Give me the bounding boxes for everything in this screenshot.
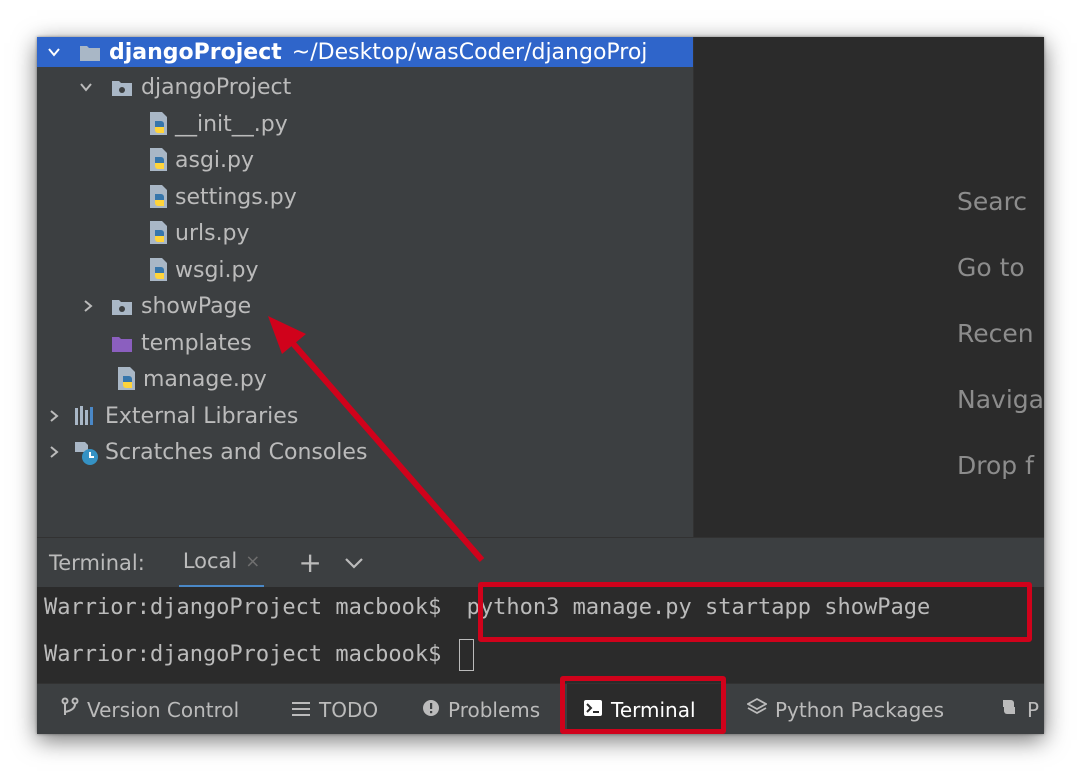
python-file-icon [147, 184, 171, 210]
tree-item-label: templates [141, 330, 252, 356]
version-control-tab[interactable]: Version Control [61, 684, 239, 734]
layers-icon [746, 697, 768, 722]
tree-item-urls-py[interactable]: urls.py [37, 215, 693, 251]
python-file-icon [147, 111, 171, 137]
tree-root-path: ~/Desktop/wasCoder/djangoProj [291, 39, 648, 65]
project-tree-panel: djangoProject ~/Desktop/wasCoder/djangoP… [37, 37, 693, 537]
chevron-right-icon[interactable] [47, 409, 61, 423]
python-file-icon [147, 147, 171, 173]
folder-icon [79, 43, 101, 61]
templates-folder-icon [111, 334, 133, 352]
terminal-line: Warrior:djangoProject macbook$ [44, 639, 474, 671]
terminal-prompt: Warrior:djangoProject macbook$ [44, 642, 442, 667]
tree-item-init-py[interactable]: __init__.py [37, 106, 693, 142]
todo-tab[interactable]: TODO [291, 684, 378, 734]
tree-item-djangoproject[interactable]: djangoProject [37, 69, 693, 105]
tab-local[interactable]: Local × [178, 538, 265, 588]
tree-item-label: Scratches and Consoles [105, 439, 368, 465]
tree-item-label: wsgi.py [175, 257, 259, 283]
editor-hint-drop: Drop f [957, 451, 1034, 480]
editor-hint-navigate: Naviga [957, 385, 1044, 414]
python-file-icon [115, 366, 139, 392]
python-file-icon [147, 257, 171, 283]
chevron-down-icon[interactable] [79, 80, 93, 94]
tool-label: Version Control [87, 697, 240, 722]
tool-window-bar: Version Control TODO Problems Terminal P… [37, 683, 1044, 734]
python-icon [999, 697, 1019, 722]
tree-item-label: asgi.py [175, 147, 254, 173]
tree-root-label: djangoProject [109, 39, 282, 65]
tab-local-label: Local [182, 549, 238, 573]
tree-item-label: __init__.py [175, 111, 288, 137]
tree-item-label: djangoProject [141, 74, 292, 100]
chevron-right-icon[interactable] [47, 445, 61, 459]
editor-hint-goto: Go to [957, 253, 1025, 282]
package-folder-icon [111, 78, 133, 96]
warning-icon [422, 698, 440, 722]
tree-item-showpage[interactable]: showPage [37, 288, 693, 324]
python-packages-tab[interactable]: Python Packages [746, 684, 945, 734]
chevron-down-icon[interactable] [47, 45, 61, 59]
tree-item-asgi-py[interactable]: asgi.py [37, 142, 693, 178]
tree-item-manage-py[interactable]: manage.py [37, 361, 693, 397]
python-file-icon [147, 220, 171, 246]
add-terminal-button[interactable]: + [298, 546, 321, 579]
editor-empty-panel: Searc Go to Recen Naviga Drop f [693, 37, 1044, 537]
tool-label: Problems [448, 697, 541, 722]
tree-item-label: manage.py [143, 366, 267, 392]
python-console-tab[interactable]: P [999, 684, 1039, 734]
tool-label: P [1027, 697, 1040, 722]
tree-item-settings-py[interactable]: settings.py [37, 179, 693, 215]
library-icon [73, 404, 99, 428]
chevron-down-icon[interactable] [344, 551, 364, 575]
editor-hint-search: Searc [957, 187, 1028, 216]
editor-hint-recent: Recen [957, 319, 1034, 348]
tree-item-label: External Libraries [105, 403, 299, 429]
tree-root-row[interactable]: djangoProject ~/Desktop/wasCoder/djangoP… [37, 37, 693, 67]
close-icon[interactable]: × [245, 551, 260, 572]
chevron-right-icon[interactable] [81, 299, 95, 313]
command-highlight-box [478, 582, 1032, 642]
problems-tab[interactable]: Problems [422, 684, 540, 734]
tree-item-templates[interactable]: templates [37, 325, 693, 361]
tool-label: Python Packages [775, 697, 945, 722]
tree-item-scratches[interactable]: Scratches and Consoles [37, 434, 693, 470]
tree-item-label: showPage [141, 293, 252, 319]
tree-item-label: settings.py [175, 184, 297, 210]
tool-label: TODO [319, 697, 379, 722]
scratches-clock-icon [73, 440, 99, 465]
package-folder-icon [111, 297, 133, 315]
terminal-tab-highlight-box [560, 676, 726, 734]
branch-icon [61, 697, 79, 722]
tree-item-wsgi-py[interactable]: wsgi.py [37, 252, 693, 288]
tree-item-external-libraries[interactable]: External Libraries [37, 398, 693, 434]
terminal-header: Terminal: Local × + [37, 537, 1044, 588]
list-icon [291, 698, 311, 722]
terminal-title: Terminal: [49, 550, 145, 575]
terminal-prompt: Warrior:djangoProject macbook$ [44, 595, 442, 620]
terminal-cursor[interactable] [458, 639, 474, 671]
tree-item-label: urls.py [175, 220, 250, 246]
